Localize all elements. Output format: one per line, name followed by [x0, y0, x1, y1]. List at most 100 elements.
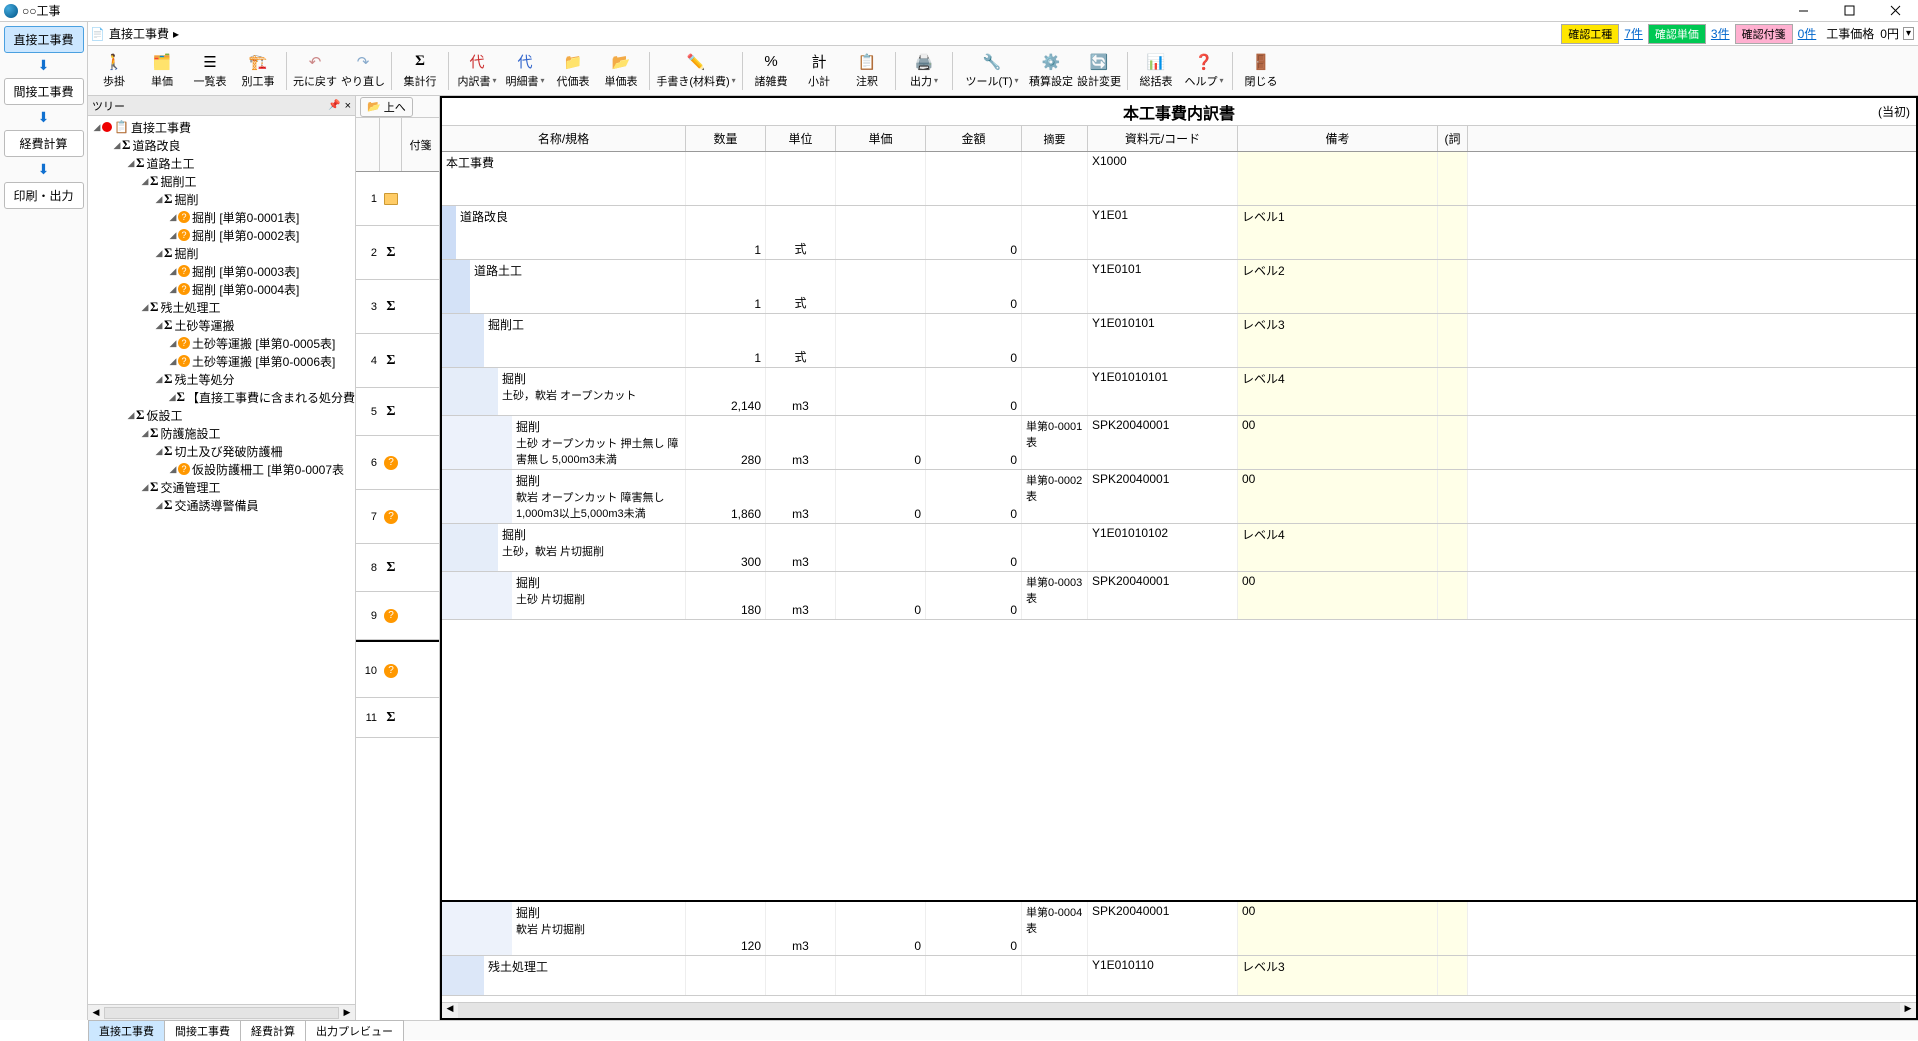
cell-qty[interactable]: 1,860: [686, 470, 766, 523]
cell-unit[interactable]: m3: [766, 416, 836, 469]
cell-uprice[interactable]: 0: [836, 572, 926, 619]
rownum-cell[interactable]: 8Σ: [356, 544, 439, 592]
close-button[interactable]: [1872, 0, 1918, 22]
tree-item[interactable]: ◢Σ残土処理工: [88, 298, 355, 316]
cell-note[interactable]: 00: [1238, 902, 1438, 955]
cell-amount[interactable]: 0: [926, 524, 1022, 571]
tb-output[interactable]: 🖨️出力▾: [900, 48, 948, 94]
tb-tegaki[interactable]: ✏️手書き(材料費)▾: [654, 48, 738, 94]
cell-qty[interactable]: 120: [686, 902, 766, 955]
tree-item[interactable]: ◢Σ土砂等運搬: [88, 316, 355, 334]
cell-qty[interactable]: 1: [686, 314, 766, 367]
cell-summary[interactable]: [1022, 206, 1088, 259]
collapse-icon[interactable]: ◢: [140, 428, 150, 439]
cell-src[interactable]: SPK20040001: [1088, 902, 1238, 955]
breadcrumb-text[interactable]: 直接工事費: [109, 25, 169, 42]
tb-sekkei[interactable]: 🔄設計変更: [1075, 48, 1123, 94]
tree-item[interactable]: ◢Σ交通誘導警備員: [88, 496, 355, 514]
tree-item[interactable]: ◢?土砂等運搬 [単第0-0006表]: [88, 352, 355, 370]
tree-item[interactable]: ◢?掘削 [単第0-0004表]: [88, 280, 355, 298]
cell-amount[interactable]: 0: [926, 206, 1022, 259]
tb-uchiwake[interactable]: 代内訳書▾: [453, 48, 501, 94]
tb-shozatsu[interactable]: %諸雑費: [747, 48, 795, 94]
cell-summary[interactable]: [1022, 368, 1088, 415]
tree-item[interactable]: ◢?仮設防護柵工 [単第0-0007表: [88, 460, 355, 478]
hdr-rest[interactable]: (詞: [1438, 126, 1468, 151]
tb-ichiran[interactable]: ☰一覧表: [186, 48, 234, 94]
cell-unit[interactable]: 式: [766, 260, 836, 313]
cell-note[interactable]: [1238, 152, 1438, 205]
tb-undo[interactable]: ↶元に戻す: [291, 48, 339, 94]
cell-src[interactable]: SPK20040001: [1088, 572, 1238, 619]
grid-row[interactable]: 本工事費X1000: [442, 152, 1916, 206]
nav-print-output[interactable]: 印刷・出力: [4, 182, 84, 209]
cell-unit[interactable]: m3: [766, 902, 836, 955]
rownum-cell[interactable]: 7?: [356, 490, 439, 544]
tree-item[interactable]: ◢?掘削 [単第0-0001表]: [88, 208, 355, 226]
cell-uprice[interactable]: [836, 368, 926, 415]
rownum-cell[interactable]: 9?: [356, 592, 439, 640]
cell-unit[interactable]: 式: [766, 314, 836, 367]
scroll-right-icon[interactable]: ▶: [1900, 1003, 1916, 1018]
tree-item[interactable]: ◢?掘削 [単第0-0003表]: [88, 262, 355, 280]
tb-shokei[interactable]: 計小計: [795, 48, 843, 94]
scroll-track[interactable]: [104, 1007, 339, 1019]
price-dropdown-icon[interactable]: ▾: [1903, 27, 1914, 40]
collapse-icon[interactable]: ◢: [154, 194, 164, 205]
rownum-cell[interactable]: 10?: [356, 644, 439, 698]
grid-row[interactable]: 掘削工1式0Y1E010101レベル3: [442, 314, 1916, 368]
cell-note[interactable]: レベル1: [1238, 206, 1438, 259]
grid-row[interactable]: 掘削土砂 オープンカット 押土無し 障害無し 5,000m3未満280m300単…: [442, 416, 1916, 470]
tb-daika[interactable]: 📁代価表: [549, 48, 597, 94]
cell-summary[interactable]: 単第0-0003表: [1022, 572, 1088, 619]
cell-uprice[interactable]: 0: [836, 470, 926, 523]
collapse-icon[interactable]: ◢: [168, 464, 178, 475]
cell-unit[interactable]: 式: [766, 206, 836, 259]
cell-src[interactable]: Y1E01: [1088, 206, 1238, 259]
cell-summary[interactable]: [1022, 524, 1088, 571]
cell-qty[interactable]: 280: [686, 416, 766, 469]
cell-summary[interactable]: 単第0-0001表: [1022, 416, 1088, 469]
tb-tanka[interactable]: 🗂️単価: [138, 48, 186, 94]
grid-row[interactable]: 掘削土砂 片切掘削180m300単第0-0003表SPK2004000100: [442, 572, 1916, 620]
cell-src[interactable]: Y1E010101: [1088, 314, 1238, 367]
cell-note[interactable]: レベル3: [1238, 956, 1438, 995]
tree-item[interactable]: ◢Σ仮設工: [88, 406, 355, 424]
cell-unit[interactable]: [766, 956, 836, 995]
hdr-qty[interactable]: 数量: [686, 126, 766, 151]
cell-qty[interactable]: 1: [686, 260, 766, 313]
cell-amount[interactable]: 0: [926, 314, 1022, 367]
tree-item[interactable]: ◢Σ掘削: [88, 244, 355, 262]
tb-soukatsu[interactable]: 📊総括表: [1132, 48, 1180, 94]
btab-direct[interactable]: 直接工事費: [88, 1020, 165, 1041]
cell-rest[interactable]: [1438, 956, 1468, 995]
collapse-icon[interactable]: ◢: [168, 230, 178, 241]
cell-qty[interactable]: [686, 956, 766, 995]
cell-amount[interactable]: 0: [926, 470, 1022, 523]
tree-hscroll[interactable]: ◀ ▶: [88, 1004, 355, 1020]
link-confirm-type-count[interactable]: 7件: [1624, 25, 1643, 42]
cell-note[interactable]: レベル3: [1238, 314, 1438, 367]
cell-qty[interactable]: 1: [686, 206, 766, 259]
cell-amount[interactable]: 0: [926, 572, 1022, 619]
cell-rest[interactable]: [1438, 368, 1468, 415]
btab-keihi[interactable]: 経費計算: [240, 1020, 306, 1041]
collapse-icon[interactable]: ◢: [140, 302, 150, 313]
cell-uprice[interactable]: [836, 206, 926, 259]
cell-amount[interactable]: 0: [926, 902, 1022, 955]
cell-rest[interactable]: [1438, 572, 1468, 619]
cell-uprice[interactable]: 0: [836, 416, 926, 469]
cell-note[interactable]: 00: [1238, 572, 1438, 619]
tree-item[interactable]: ◢Σ残土等処分: [88, 370, 355, 388]
rownum-cell[interactable]: 1: [356, 172, 439, 226]
hdr-unit[interactable]: 単位: [766, 126, 836, 151]
cell-qty[interactable]: 180: [686, 572, 766, 619]
maximize-button[interactable]: [1826, 0, 1872, 22]
scroll-right-icon[interactable]: ▶: [339, 1007, 355, 1018]
collapse-icon[interactable]: ◢: [92, 122, 102, 133]
tb-meisai[interactable]: 代明細書▾: [501, 48, 549, 94]
cell-amount[interactable]: 0: [926, 368, 1022, 415]
tree-body[interactable]: ◢ 📋 直接工事費 ◢Σ道路改良◢Σ道路土工◢Σ掘削工◢Σ掘削◢?掘削 [単第0…: [88, 116, 355, 1004]
scroll-left-icon[interactable]: ◀: [88, 1007, 104, 1018]
cell-summary[interactable]: 単第0-0002表: [1022, 470, 1088, 523]
